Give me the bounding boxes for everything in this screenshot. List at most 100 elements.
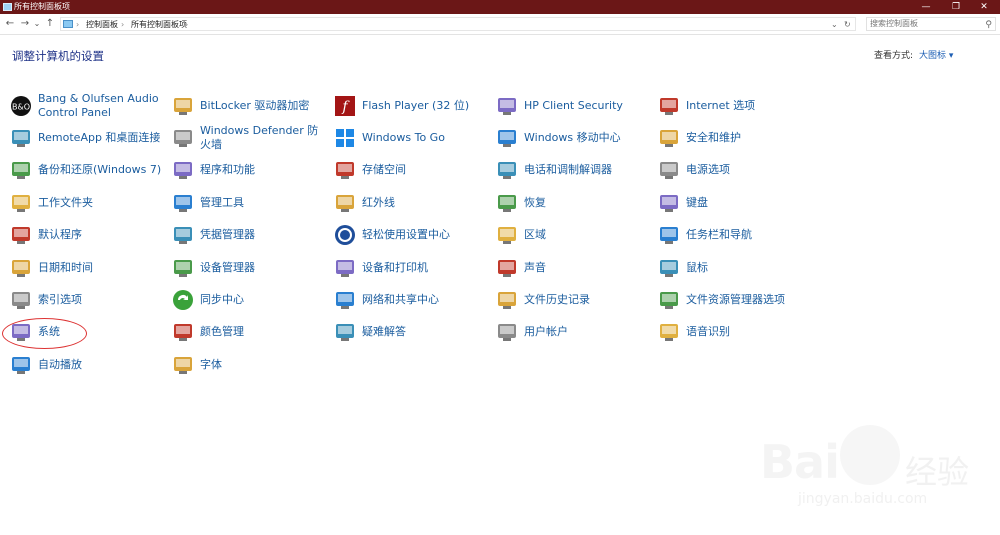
back-button[interactable]: ← (4, 17, 16, 31)
control-panel-item[interactable]: 轻松使用设置中心 (334, 222, 489, 248)
control-panel-item[interactable]: 字体 (172, 352, 327, 378)
control-panel-item[interactable]: 备份和还原(Windows 7) (10, 157, 165, 183)
item-label[interactable]: 红外线 (362, 196, 395, 210)
item-label[interactable]: 自动播放 (38, 358, 82, 372)
item-label[interactable]: 任务栏和导航 (686, 228, 752, 242)
item-label[interactable]: 电话和调制解调器 (524, 163, 612, 177)
item-label[interactable]: 管理工具 (200, 196, 244, 210)
control-panel-item[interactable]: Windows To Go (334, 125, 489, 151)
control-panel-item[interactable]: 鼠标 (658, 255, 813, 281)
view-mode-dropdown[interactable]: 大图标 ▾ (919, 51, 953, 61)
watermark-brand-suffix: 经验 (905, 453, 970, 491)
control-panel-item[interactable]: 网络和共享中心 (334, 287, 489, 313)
item-label[interactable]: 疑难解答 (362, 325, 406, 339)
item-label[interactable]: 设备和打印机 (362, 261, 428, 275)
minimize-button[interactable]: — (912, 0, 940, 14)
control-panel-item[interactable]: BitLocker 驱动器加密 (172, 93, 327, 119)
item-label[interactable]: 同步中心 (200, 293, 244, 307)
control-panel-item[interactable]: 设备管理器 (172, 255, 327, 281)
item-label[interactable]: 电源选项 (686, 163, 730, 177)
control-panel-item[interactable]: 管理工具 (172, 190, 327, 216)
address-bar[interactable]: › 控制面板 › 所有控制面板项 › ⌄ ↻ (60, 17, 856, 31)
item-label[interactable]: Bang & Olufsen Audio Control Panel (38, 92, 165, 120)
control-panel-item[interactable]: 颜色管理 (172, 319, 327, 345)
forward-button[interactable]: → (19, 17, 31, 31)
item-label[interactable]: BitLocker 驱动器加密 (200, 99, 309, 113)
item-label[interactable]: 文件历史记录 (524, 293, 590, 307)
control-panel-item[interactable]: 凭据管理器 (172, 222, 327, 248)
item-label[interactable]: 声音 (524, 261, 546, 275)
control-panel-item[interactable]: 任务栏和导航 (658, 222, 813, 248)
control-panel-item[interactable]: Internet 选项 (658, 93, 813, 119)
item-label[interactable]: 恢复 (524, 196, 546, 210)
control-panel-item[interactable]: B&O Bang & Olufsen Audio Control Panel (10, 92, 165, 120)
item-label[interactable]: 区域 (524, 228, 546, 242)
control-panel-item[interactable]: 默认程序 (10, 222, 165, 248)
control-panel-item[interactable]: 文件历史记录 (496, 287, 651, 313)
control-panel-item[interactable]: 自动播放 (10, 352, 165, 378)
control-panel-item[interactable]: 程序和功能 (172, 157, 327, 183)
item-label[interactable]: 鼠标 (686, 261, 708, 275)
control-panel-item[interactable]: 语音识别 (658, 319, 813, 345)
item-label[interactable]: 默认程序 (38, 228, 82, 242)
control-panel-item[interactable]: 工作文件夹 (10, 190, 165, 216)
item-label[interactable]: 文件资源管理器选项 (686, 293, 785, 307)
control-panel-item[interactable]: 日期和时间 (10, 255, 165, 281)
date-time-icon (10, 257, 32, 279)
search-icon[interactable]: ⚲ (985, 19, 992, 31)
item-label[interactable]: 字体 (200, 358, 222, 372)
item-label[interactable]: 轻松使用设置中心 (362, 228, 450, 242)
control-panel-item[interactable]: RemoteApp 和桌面连接 (10, 125, 165, 151)
item-label[interactable]: Flash Player (32 位) (362, 99, 469, 113)
control-panel-item[interactable]: 文件资源管理器选项 (658, 287, 813, 313)
search-box[interactable]: 搜索控制面板 ⚲ (866, 17, 996, 31)
item-label[interactable]: 安全和维护 (686, 131, 741, 145)
item-label[interactable]: 用户帐户 (524, 325, 568, 339)
control-panel-item[interactable]: 用户帐户 (496, 319, 651, 345)
item-label[interactable]: 备份和还原(Windows 7) (38, 163, 161, 177)
control-panel-item[interactable]: 同步中心 (172, 287, 327, 313)
breadcrumb-separator: › (121, 20, 125, 29)
item-label[interactable]: 索引选项 (38, 293, 82, 307)
control-panel-item[interactable]: 设备和打印机 (334, 255, 489, 281)
item-label[interactable]: 键盘 (686, 196, 708, 210)
control-panel-item[interactable]: f Flash Player (32 位) (334, 93, 489, 119)
item-label[interactable]: Windows Defender 防火墙 (200, 124, 327, 152)
control-panel-item[interactable]: 红外线 (334, 190, 489, 216)
item-label[interactable]: Windows To Go (362, 131, 445, 145)
control-panel-item[interactable]: 疑难解答 (334, 319, 489, 345)
control-panel-item[interactable]: 存储空间 (334, 157, 489, 183)
control-panel-item[interactable]: 键盘 (658, 190, 813, 216)
recent-locations-button[interactable]: ⌄ (33, 17, 41, 31)
item-label[interactable]: 日期和时间 (38, 261, 93, 275)
item-label[interactable]: Internet 选项 (686, 99, 755, 113)
control-panel-item[interactable]: Windows Defender 防火墙 (172, 124, 327, 152)
item-label[interactable]: 凭据管理器 (200, 228, 255, 242)
item-label[interactable]: 程序和功能 (200, 163, 255, 177)
item-label[interactable]: HP Client Security (524, 99, 623, 113)
item-label[interactable]: 网络和共享中心 (362, 293, 439, 307)
item-label[interactable]: 颜色管理 (200, 325, 244, 339)
control-panel-item[interactable]: 索引选项 (10, 287, 165, 313)
refresh-icon[interactable]: ↻ (844, 18, 851, 32)
breadcrumb-control-panel[interactable]: 控制面板 (86, 18, 118, 32)
address-dropdown-icon[interactable]: ⌄ (831, 18, 838, 32)
control-panel-item[interactable]: 声音 (496, 255, 651, 281)
close-button[interactable]: ✕ (970, 0, 998, 14)
control-panel-item[interactable]: 电话和调制解调器 (496, 157, 651, 183)
item-label[interactable]: 工作文件夹 (38, 196, 93, 210)
breadcrumb-all-items[interactable]: 所有控制面板项 (131, 18, 187, 32)
item-label[interactable]: 语音识别 (686, 325, 730, 339)
control-panel-item[interactable]: 恢复 (496, 190, 651, 216)
control-panel-item[interactable]: Windows 移动中心 (496, 125, 651, 151)
item-label[interactable]: 设备管理器 (200, 261, 255, 275)
item-label[interactable]: Windows 移动中心 (524, 131, 621, 145)
control-panel-item[interactable]: 区域 (496, 222, 651, 248)
control-panel-item[interactable]: HP Client Security (496, 93, 651, 119)
item-label[interactable]: 存储空间 (362, 163, 406, 177)
item-label[interactable]: RemoteApp 和桌面连接 (38, 131, 160, 145)
control-panel-item[interactable]: 电源选项 (658, 157, 813, 183)
control-panel-item[interactable]: 安全和维护 (658, 125, 813, 151)
up-button[interactable]: ↑ (44, 17, 56, 31)
restore-button[interactable]: ❐ (942, 0, 970, 14)
